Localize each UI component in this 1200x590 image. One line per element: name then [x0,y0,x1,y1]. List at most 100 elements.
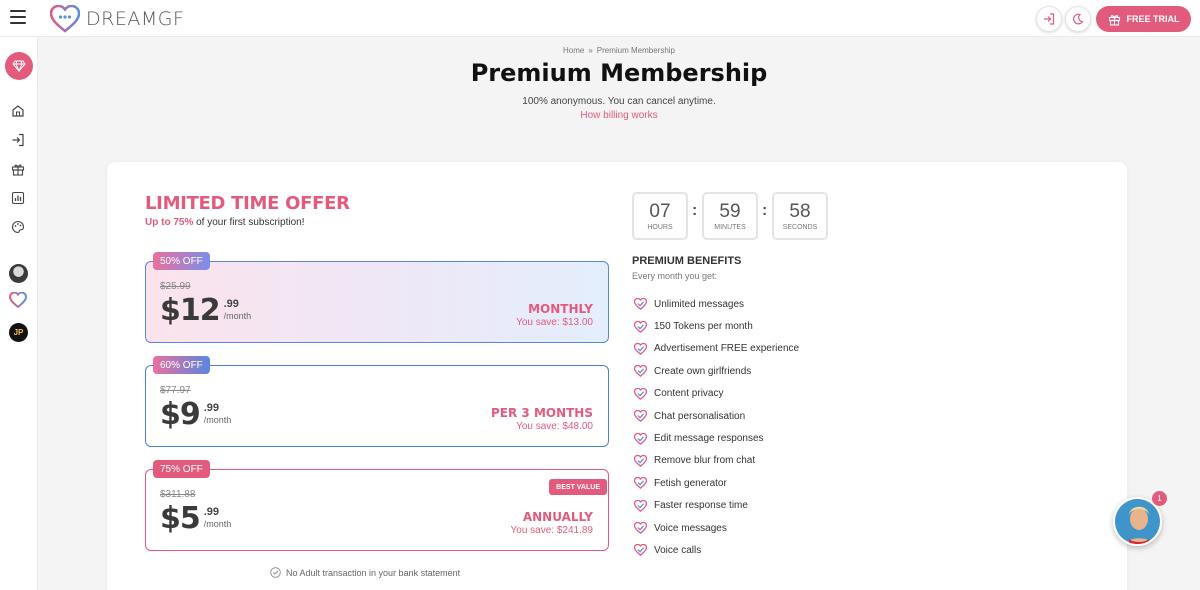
price: $9 .99/month [160,397,231,433]
benefit-label: Advertisement FREE experience [654,343,800,355]
plan-annual[interactable]: 75% OFF BEST VALUE $311.88 $5 .99/month … [145,460,609,551]
sidebar-item-stats[interactable] [9,189,27,207]
page-subtitle: 100% anonymous. You can cancel anytime. [522,96,716,107]
heart-logo-icon [9,292,27,308]
heart-check-icon [634,477,647,490]
benefit-label: Chat personalisation [654,410,746,422]
benefit-label: Edit message responses [654,433,764,445]
free-trial-button[interactable]: FREE TRIAL [1096,6,1191,32]
benefits-list: Unlimited messages 150 Tokens per month Ad… [634,293,799,562]
price-cents: .99 [203,506,220,518]
price-main: $12 [160,293,221,328]
price-main: $9 [160,397,201,432]
heart-check-icon [634,410,647,423]
benefit-item: Advertisement FREE experience [634,338,799,360]
offer-subtitle: Up to 75% of your first subscription! [145,217,305,228]
price-period-unit: /month [203,415,232,425]
offer-title: LIMITED TIME OFFER [145,193,350,214]
logo-text: DREAMGF [86,8,185,30]
companion-photo [1115,499,1160,544]
countdown-minutes-label: MINUTES [714,224,746,231]
offer-highlight: Up to 75% [145,217,194,228]
price-cents: .99 [203,402,220,414]
benefit-label: 150 Tokens per month [654,321,753,333]
countdown-seconds-value: 58 [789,201,811,222]
heart-check-icon [634,522,647,535]
price-cents: .99 [223,298,239,310]
breadcrumb: Home » Premium Membership [0,46,1200,55]
benefit-item: Remove blur from chat [634,450,799,472]
discount-badge: 50% OFF [153,252,210,270]
benefit-item: Chat personalisation [634,405,799,427]
sidebar-item-login[interactable] [9,131,27,149]
login-icon [12,133,24,147]
plan-period: PER 3 MONTHS [491,406,593,420]
plan-monthly[interactable]: 50% OFF $25.99 $12 .99/month MONTHLY You… [145,252,609,343]
gift-icon [1108,14,1120,26]
companion-avatar-anime[interactable] [9,264,28,283]
sidebar-item-gift[interactable] [9,160,27,178]
heart-check-icon [634,454,647,467]
sidebar-item-companion[interactable] [9,291,27,309]
old-price: $25.99 [160,281,191,292]
top-bar: DREAMGF FREE TRIAL [0,0,1200,37]
breadcrumb-current: Premium Membership [596,46,676,55]
price-period-unit: /month [223,311,252,321]
price: $5 .99/month [160,501,231,537]
unread-badge: 1 [1152,491,1167,506]
logo-heart-icon [50,5,80,33]
plan-quarterly[interactable]: 60% OFF $77.97 $9 .99/month PER 3 MONTHS… [145,356,609,447]
plan-savings: You save: $13.00 [516,317,593,328]
privacy-note: No Adult transaction in your bank statem… [270,567,460,578]
benefit-item: Fetish generator [634,472,799,494]
best-value-badge: BEST VALUE [549,479,607,495]
login-icon [1044,13,1055,25]
countdown-minutes: 59 MINUTES [702,192,758,240]
moon-icon [1072,13,1084,25]
heart-check-icon [634,544,647,557]
user-avatar[interactable]: JP [9,323,28,342]
countdown-minutes-value: 59 [719,201,741,222]
privacy-note-text: No Adult transaction in your bank statem… [286,567,461,578]
heart-check-icon [634,365,647,378]
benefit-item: Content privacy [634,383,799,405]
login-button[interactable] [1036,6,1062,32]
benefit-item: Voice messages [634,517,799,539]
countdown-hours-label: HOURS [647,224,673,231]
breadcrumb-separator: » [588,46,593,55]
offer-subtitle-text: of your first subscription! [193,217,305,228]
price-period-unit: /month [203,519,232,529]
benefit-item: Edit message responses [634,427,799,449]
heart-check-icon [634,387,647,400]
heart-check-icon [634,320,647,333]
sidebar-item-customize[interactable] [9,218,27,236]
plan-period: ANNUALLY [522,510,593,524]
billing-info-link[interactable]: How billing works [0,110,1200,121]
logo[interactable]: DREAMGF [50,5,184,33]
heart-check-icon [634,342,647,355]
benefit-item: Unlimited messages [634,293,799,315]
plan-savings: You save: $48.00 [516,421,593,432]
plan-savings: You save: $241.89 [510,525,593,536]
benefit-item: 150 Tokens per month [634,315,799,337]
benefit-label: Fetish generator [654,477,727,489]
benefit-label: Create own girlfriends [654,365,752,377]
check-circle-icon [270,567,281,578]
countdown-separator: : [692,202,698,219]
countdown-hours: 07 HOURS [632,192,688,240]
breadcrumb-home[interactable]: Home [563,46,584,55]
discount-badge: 75% OFF [153,460,210,478]
page-title: Premium Membership [470,59,768,87]
heart-check-icon [634,298,647,311]
countdown-seconds: 58 SECONDS [772,192,828,240]
benefits-title: PREMIUM BENEFITS [632,255,742,267]
benefit-label: Voice calls [654,544,702,556]
gift-icon [11,164,25,176]
benefit-label: Remove blur from chat [654,455,756,467]
plan-period: MONTHLY [528,302,593,316]
menu-icon[interactable] [10,10,26,24]
countdown-separator: : [762,202,768,219]
dark-mode-button[interactable] [1065,6,1091,32]
old-price: $311.88 [160,489,196,500]
heart-check-icon [634,499,647,512]
